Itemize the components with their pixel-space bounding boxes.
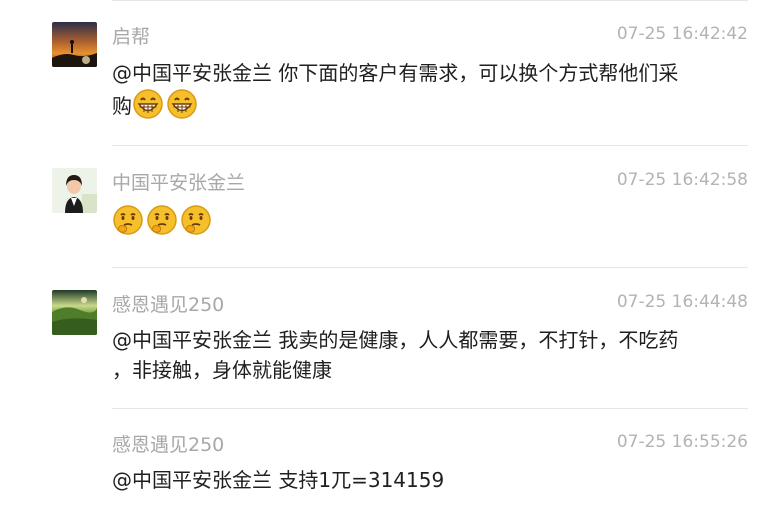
message-line: ，非接触，身体就能健康 [112, 358, 332, 382]
comment-divider [112, 408, 748, 409]
sunset-silhouette-avatar-image [52, 22, 97, 67]
comment-divider [112, 267, 748, 268]
message-line-text: 购 [112, 94, 132, 118]
timestamp: 07-25 16:42:42 [616, 24, 748, 44]
message-line: @中国平安张金兰 你下面的客户有需求，可以换个方式帮他们采 [112, 61, 679, 85]
top-divider [112, 0, 748, 1]
author-name[interactable]: 启帮 [112, 25, 150, 49]
message-line: @中国平安张金兰 我卖的是健康，人人都需要，不打针，不吃药 [112, 328, 679, 352]
timestamp: 07-25 16:55:26 [616, 432, 748, 452]
avatar[interactable] [52, 22, 97, 67]
thinking-emoji-icon [180, 204, 212, 236]
message-text: @中国平安张金兰 你下面的客户有需求，可以换个方式帮他们采 购 [112, 58, 722, 121]
timestamp: 07-25 16:42:58 [616, 170, 748, 190]
emoji-line [112, 204, 722, 237]
avatar[interactable] [52, 290, 97, 335]
avatar[interactable] [52, 168, 97, 213]
author-name[interactable]: 感恩遇见250 [112, 433, 224, 457]
landscape-avatar-image [52, 290, 97, 335]
portrait-avatar-image [52, 168, 97, 213]
thinking-emoji-icon [112, 204, 144, 236]
message-text: @中国平安张金兰 我卖的是健康，人人都需要，不打针，不吃药 ，非接触，身体就能健… [112, 325, 722, 385]
author-name[interactable]: 中国平安张金兰 [112, 171, 245, 195]
comment-divider [112, 145, 748, 146]
message-line-with-emoji: 购 [112, 88, 722, 121]
message-line: @中国平安张金兰 支持1兀=314159 [112, 468, 445, 492]
message-text: @中国平安张金兰 支持1兀=314159 [112, 465, 722, 495]
grin-emoji-icon [132, 88, 164, 120]
timestamp: 07-25 16:44:48 [616, 292, 748, 312]
author-name[interactable]: 感恩遇见250 [112, 293, 224, 317]
grin-emoji-icon [166, 88, 198, 120]
thinking-emoji-icon [146, 204, 178, 236]
message-text [112, 204, 722, 237]
